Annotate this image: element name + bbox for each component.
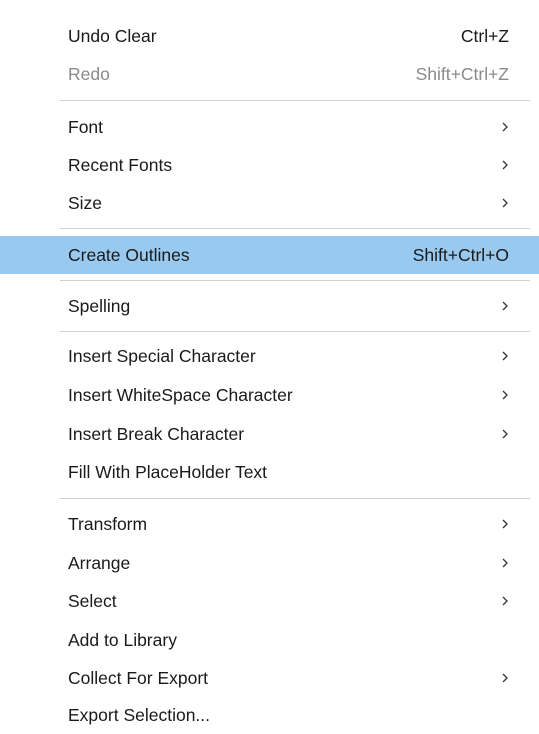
menu-item-add-to-library[interactable]: Add to Library — [0, 621, 539, 659]
menu-item-label: Fill With PlaceHolder Text — [68, 462, 268, 482]
menu-item-label: Undo Clear — [68, 26, 157, 46]
menu-item-label: Create Outlines — [68, 245, 190, 265]
menu-item-label: Insert Break Character — [68, 424, 245, 444]
chevron-right-icon — [502, 122, 508, 132]
menu-item-shortcut: Shift+Ctrl+O — [412, 245, 509, 265]
chevron-right-icon — [502, 429, 508, 439]
menu-item-insert-special-character[interactable]: Insert Special Character — [0, 337, 539, 375]
chevron-right-icon — [502, 519, 508, 529]
chevron-right-icon — [502, 673, 508, 683]
menu-item-label: Redo — [68, 64, 110, 84]
chevron-right-icon — [502, 160, 508, 170]
menu-separator — [60, 280, 530, 281]
menu-item-collect-for-export[interactable]: Collect For Export — [0, 659, 539, 697]
menu-item-insert-whitespace-character[interactable]: Insert WhiteSpace Character — [0, 376, 539, 414]
menu-item-label: Select — [68, 591, 117, 611]
menu-item-recent-fonts[interactable]: Recent Fonts — [0, 146, 539, 184]
menu-item-size[interactable]: Size — [0, 184, 539, 222]
menu-item-label: Collect For Export — [68, 668, 209, 688]
chevron-right-icon — [502, 301, 508, 311]
menu-item-transform[interactable]: Transform — [0, 505, 539, 543]
menu-item-label: Font — [68, 117, 104, 137]
menu-item-insert-break-character[interactable]: Insert Break Character — [0, 415, 539, 453]
menu-item-label: Recent Fonts — [68, 155, 173, 175]
menu-item-fill-with-placeholder-text[interactable]: Fill With PlaceHolder Text — [0, 453, 539, 491]
chevron-right-icon — [502, 351, 508, 361]
menu-item-label: Export Selection... — [68, 705, 211, 725]
menu-separator — [60, 498, 530, 499]
menu-item-label: Insert Special Character — [68, 346, 256, 366]
menu-separator — [60, 100, 530, 101]
menu-item-select[interactable]: Select — [0, 582, 539, 620]
menu-item-label: Transform — [68, 514, 148, 534]
menu-item-spelling[interactable]: Spelling — [0, 287, 539, 325]
menu-separator — [60, 331, 530, 332]
menu-item-redo: Redo Shift+Ctrl+Z — [0, 55, 539, 93]
menu-separator — [60, 228, 530, 229]
chevron-right-icon — [502, 198, 508, 208]
menu-item-shortcut: Ctrl+Z — [460, 26, 509, 46]
menu-item-undo-clear[interactable]: Undo Clear Ctrl+Z — [0, 17, 539, 55]
menu-item-create-outlines[interactable]: Create Outlines Shift+Ctrl+O — [0, 236, 539, 274]
menu-item-label: Size — [68, 193, 103, 213]
context-menu: Undo Clear Ctrl+Z Redo Shift+Ctrl+Z Font… — [0, 0, 539, 734]
menu-item-export-selection[interactable]: Export Selection... — [0, 696, 539, 734]
menu-item-label: Spelling — [68, 296, 131, 316]
menu-item-font[interactable]: Font — [0, 108, 539, 146]
menu-item-label: Insert WhiteSpace Character — [68, 385, 293, 405]
chevron-right-icon — [502, 558, 508, 568]
chevron-right-icon — [502, 390, 508, 400]
menu-item-label: Add to Library — [68, 630, 177, 650]
menu-item-arrange[interactable]: Arrange — [0, 544, 539, 582]
menu-item-shortcut: Shift+Ctrl+Z — [415, 64, 509, 84]
menu-item-label: Arrange — [68, 553, 131, 573]
chevron-right-icon — [502, 596, 508, 606]
